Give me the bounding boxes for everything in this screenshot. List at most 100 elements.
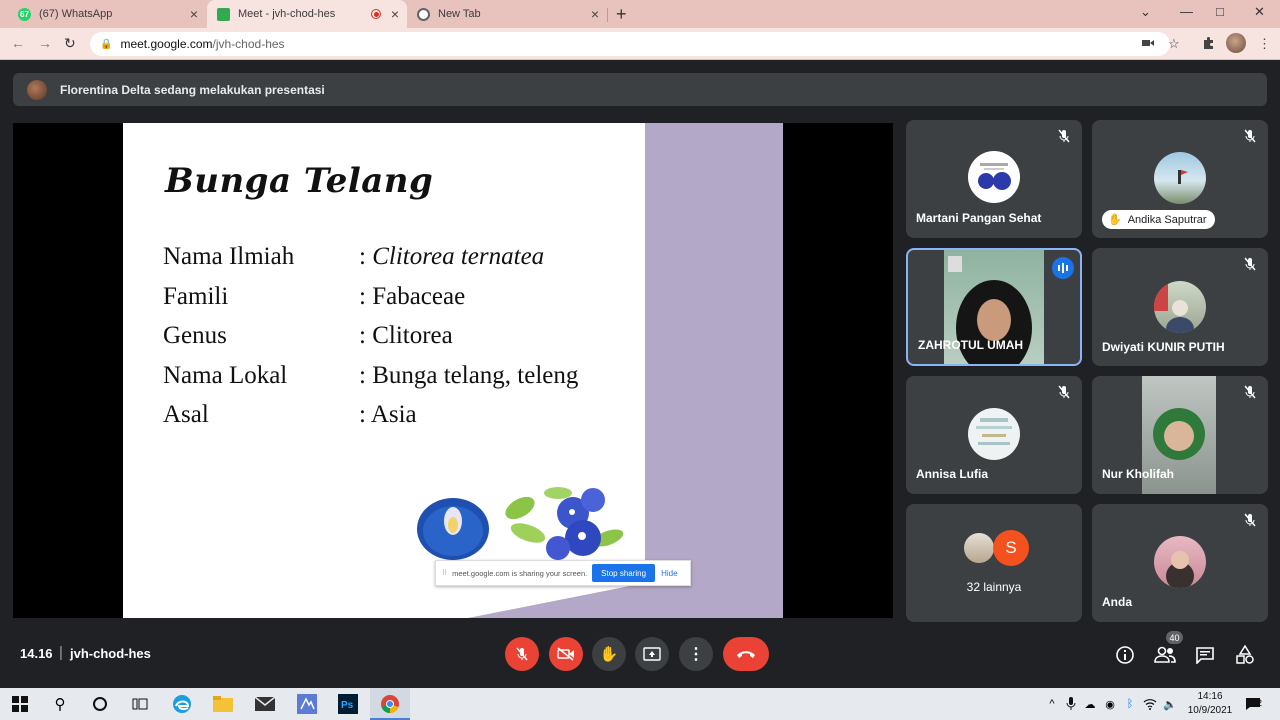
meeting-info-divider: | bbox=[59, 644, 63, 661]
cortana-icon[interactable] bbox=[90, 694, 110, 714]
mic-off-icon bbox=[1058, 129, 1070, 143]
chat-button[interactable] bbox=[1194, 644, 1216, 666]
edge-icon[interactable] bbox=[172, 694, 192, 714]
app-icon[interactable] bbox=[297, 694, 317, 714]
slide-row-key: Famili bbox=[163, 283, 229, 310]
activities-button[interactable] bbox=[1234, 644, 1256, 666]
close-tab-icon[interactable]: × bbox=[190, 6, 198, 22]
url-text: meet.google.com/jvh-chod-hes bbox=[120, 37, 285, 51]
slide-row-value: : Bunga telang, teleng bbox=[359, 362, 579, 389]
participant-tile[interactable]: Martani Pangan Sehat bbox=[906, 120, 1082, 238]
tab-whatsapp[interactable]: 67 (67) WhatsApp × bbox=[8, 0, 206, 28]
meeting-code: jvh-chod-hes bbox=[70, 646, 151, 661]
more-options-button[interactable]: ⋮ bbox=[679, 637, 713, 671]
stop-sharing-button[interactable]: Stop sharing bbox=[592, 564, 656, 582]
mic-off-icon bbox=[1058, 385, 1070, 399]
taskbar-clock[interactable]: 14:16 10/9/2021 bbox=[1186, 690, 1234, 718]
tab-search-icon[interactable]: ⌄ bbox=[1140, 4, 1151, 20]
participant-tile[interactable]: ✋ Andika Saputrar bbox=[1092, 120, 1268, 238]
raised-hand-icon: ✋ bbox=[1108, 214, 1122, 226]
participant-tile[interactable]: Dwiyati KUNIR PUTIH bbox=[1092, 248, 1268, 366]
camera-off-icon bbox=[557, 647, 574, 661]
photoshop-icon[interactable]: Ps bbox=[338, 694, 358, 714]
slide-row-key: Nama Lokal bbox=[163, 362, 288, 389]
raise-hand-icon: ✋ bbox=[599, 646, 619, 663]
others-count: 32 lainnya bbox=[966, 580, 1022, 594]
extensions-icon[interactable] bbox=[1202, 36, 1215, 52]
presenter-text: Florentina Delta sedang melakukan presen… bbox=[60, 82, 325, 97]
tray-network-app-icon[interactable]: ◉ bbox=[1100, 694, 1120, 714]
participant-name: Dwiyati KUNIR PUTIH bbox=[1102, 340, 1225, 354]
participant-tile[interactable]: ZAHROTUL UMAH bbox=[906, 248, 1082, 366]
presenter-avatar bbox=[27, 79, 47, 100]
svg-text:Ps: Ps bbox=[341, 700, 354, 711]
people-icon bbox=[1154, 646, 1176, 663]
slide-row-value: : Clitorea bbox=[359, 322, 453, 349]
close-tab-icon[interactable]: × bbox=[591, 6, 599, 22]
participant-avatar bbox=[1154, 152, 1206, 204]
screen-share-notice: ⠿ meet.google.com is sharing your screen… bbox=[435, 560, 691, 586]
tray-mic-icon[interactable] bbox=[1061, 694, 1081, 714]
presentation-stage: Bunga Telang Nama Ilmiah : Clitorea tern… bbox=[13, 123, 893, 618]
new-tab-button[interactable]: + bbox=[616, 4, 627, 25]
tray-onedrive-icon[interactable]: ☁ bbox=[1080, 694, 1100, 714]
mail-icon[interactable] bbox=[255, 694, 275, 714]
back-icon[interactable]: ← bbox=[11, 35, 25, 51]
info-icon bbox=[1116, 646, 1134, 664]
self-tile[interactable]: Anda bbox=[1092, 504, 1268, 622]
activities-shapes-icon bbox=[1236, 645, 1254, 664]
tray-expand-icon[interactable]: ^ bbox=[1042, 694, 1062, 714]
participant-name: Andika Saputrar bbox=[1127, 213, 1207, 226]
bookmark-star-icon[interactable]: ☆ bbox=[1168, 36, 1180, 52]
hang-up-icon bbox=[737, 651, 755, 658]
google-meet-icon bbox=[217, 7, 230, 21]
butterfly-pea-flower-image bbox=[417, 498, 489, 560]
maximize-icon[interactable]: □ bbox=[1216, 4, 1224, 19]
participant-tile[interactable]: Annisa Lufia bbox=[906, 376, 1082, 494]
close-tab-icon[interactable]: × bbox=[391, 6, 399, 22]
chrome-taskbar-button[interactable] bbox=[370, 688, 410, 720]
participant-name: Nur Kholifah bbox=[1102, 467, 1174, 481]
tab-meet[interactable]: Meet - jvh-chod-hes × bbox=[207, 0, 407, 28]
drag-handle-icon[interactable]: ⠿ bbox=[442, 569, 447, 577]
present-now-button[interactable] bbox=[635, 637, 669, 671]
slide-row-key: Genus bbox=[163, 322, 227, 349]
task-view-icon[interactable] bbox=[130, 694, 150, 714]
mic-toggle-button[interactable] bbox=[505, 637, 539, 671]
windows-start-icon[interactable] bbox=[10, 694, 30, 714]
forward-icon[interactable]: → bbox=[38, 35, 52, 51]
participant-avatar bbox=[1154, 281, 1206, 333]
share-notice-text: meet.google.com is sharing your screen. bbox=[452, 568, 588, 578]
tab-divider bbox=[607, 8, 608, 22]
file-explorer-icon[interactable] bbox=[213, 694, 233, 714]
profile-avatar[interactable] bbox=[1226, 33, 1246, 53]
speaking-indicator-icon bbox=[1052, 257, 1074, 279]
camera-icon[interactable] bbox=[1142, 36, 1154, 51]
butterfly-pea-plant-image bbox=[505, 487, 624, 560]
hide-button[interactable]: Hide bbox=[661, 569, 677, 578]
slide-row-value: : Asia bbox=[359, 401, 417, 428]
tab-new-tab[interactable]: New Tab × bbox=[407, 0, 607, 28]
raise-hand-button[interactable]: ✋ bbox=[592, 637, 626, 671]
others-tile[interactable]: S 32 lainnya bbox=[906, 504, 1082, 622]
bluetooth-icon[interactable]: ᛒ bbox=[1120, 694, 1140, 714]
address-bar[interactable]: 🔒 meet.google.com/jvh-chod-hes bbox=[90, 32, 1170, 56]
participant-avatar bbox=[962, 531, 996, 565]
taskbar-date: 10/9/2021 bbox=[1187, 705, 1233, 716]
chrome-icon bbox=[417, 7, 430, 21]
mic-off-icon bbox=[1244, 257, 1256, 271]
leave-call-button[interactable] bbox=[723, 637, 769, 671]
menu-icon[interactable]: ⋮ bbox=[1258, 36, 1271, 52]
people-button[interactable] bbox=[1154, 644, 1176, 666]
participant-avatar bbox=[968, 151, 1020, 203]
slide: Bunga Telang Nama Ilmiah : Clitorea tern… bbox=[123, 123, 783, 618]
search-icon[interactable]: ⚲ bbox=[50, 694, 70, 714]
close-window-icon[interactable]: ✕ bbox=[1254, 4, 1265, 20]
camera-toggle-button[interactable] bbox=[549, 637, 583, 671]
reload-icon[interactable]: ↻ bbox=[64, 35, 76, 52]
volume-icon[interactable]: 🔈 bbox=[1160, 694, 1180, 714]
participant-tile[interactable]: Nur Kholifah bbox=[1092, 376, 1268, 494]
minimize-icon[interactable]: — bbox=[1180, 4, 1193, 19]
wifi-icon[interactable] bbox=[1140, 694, 1160, 714]
meeting-details-button[interactable] bbox=[1114, 644, 1136, 666]
